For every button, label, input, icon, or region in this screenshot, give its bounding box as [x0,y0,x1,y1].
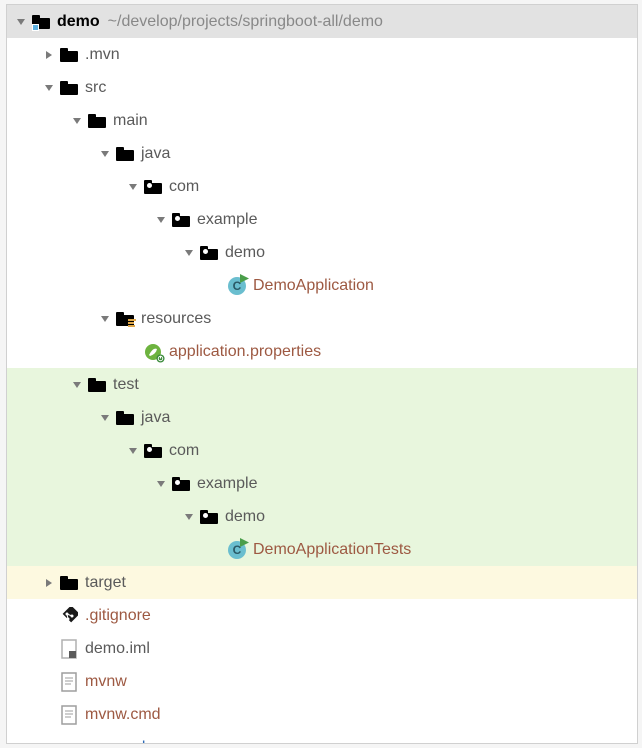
java-class-runnable-icon [227,540,247,560]
folder-icon [59,45,79,65]
folder-icon [59,78,79,98]
package-icon [143,177,163,197]
tree-node-demo-iml[interactable]: demo.iml [7,632,637,665]
tree-node-demo-pkg-main[interactable]: demo [7,236,637,269]
package-icon [199,243,219,263]
chevron-down-icon[interactable] [125,179,141,195]
tree-node-mvnw-cmd[interactable]: mvnw.cmd [7,698,637,731]
tree-node-resources[interactable]: resources [7,302,637,335]
tree-node-com-test[interactable]: com [7,434,637,467]
tree-node-java-test[interactable]: java [7,401,637,434]
package-icon [199,507,219,527]
chevron-down-icon[interactable] [97,311,113,327]
tree-node-test[interactable]: test [7,368,637,401]
node-label: DemoApplicationTests [253,541,411,559]
node-label: .mvn [85,46,120,64]
node-label: demo [57,13,100,31]
node-label: com [169,178,199,196]
project-tree[interactable]: demo ~/develop/projects/springboot-all/d… [6,4,638,744]
node-label: resources [141,310,211,328]
node-label: demo [225,244,265,262]
maven-icon [59,738,79,745]
node-label: DemoApplication [253,277,374,295]
node-label: main [113,112,148,130]
tree-node-example-main[interactable]: example [7,203,637,236]
node-label: .gitignore [85,607,151,625]
chevron-right-icon[interactable] [41,575,57,591]
spring-config-icon [143,342,163,362]
chevron-down-icon[interactable] [153,212,169,228]
node-label: mvnw.cmd [85,706,161,724]
chevron-down-icon[interactable] [97,146,113,162]
node-label: example [197,211,257,229]
resources-folder-icon [115,309,135,329]
tree-node-demo-application[interactable]: DemoApplication [7,269,637,302]
chevron-down-icon[interactable] [13,14,29,30]
git-icon [59,606,79,626]
tree-node-mvnw[interactable]: mvnw [7,665,637,698]
package-icon [171,210,191,230]
tree-node-mvn[interactable]: .mvn [7,38,637,71]
folder-icon [87,111,107,131]
java-class-runnable-icon [227,276,247,296]
tree-node-src[interactable]: src [7,71,637,104]
module-folder-icon [31,12,51,32]
chevron-down-icon[interactable] [125,443,141,459]
tree-node-pom[interactable]: pom.xml [7,731,637,744]
tree-node-example-test[interactable]: example [7,467,637,500]
tree-node-app-properties[interactable]: application.properties [7,335,637,368]
text-file-icon [59,672,79,692]
package-icon [171,474,191,494]
tree-node-root[interactable]: demo ~/develop/projects/springboot-all/d… [7,5,637,38]
node-label: example [197,475,257,493]
chevron-down-icon[interactable] [69,113,85,129]
chevron-right-icon[interactable] [41,47,57,63]
tree-node-java-main[interactable]: java [7,137,637,170]
node-label: pom.xml [85,739,145,745]
chevron-down-icon[interactable] [69,377,85,393]
iml-file-icon [59,639,79,659]
chevron-down-icon[interactable] [41,80,57,96]
text-file-icon [59,705,79,725]
tree-node-demo-application-tests[interactable]: DemoApplicationTests [7,533,637,566]
chevron-down-icon[interactable] [181,245,197,261]
excluded-folder-icon [59,573,79,593]
node-label: test [113,376,139,394]
node-label: demo.iml [85,640,150,658]
test-source-folder-icon [115,408,135,428]
tree-node-gitignore[interactable]: .gitignore [7,599,637,632]
node-label: src [85,79,106,97]
node-label: demo [225,508,265,526]
chevron-down-icon[interactable] [181,509,197,525]
package-icon [143,441,163,461]
chevron-down-icon[interactable] [97,410,113,426]
folder-icon [87,375,107,395]
node-label: application.properties [169,343,321,361]
tree-node-target[interactable]: target [7,566,637,599]
node-label: java [141,145,170,163]
tree-node-main[interactable]: main [7,104,637,137]
node-label: target [85,574,126,592]
node-label: com [169,442,199,460]
chevron-down-icon[interactable] [153,476,169,492]
source-folder-icon [115,144,135,164]
tree-node-demo-pkg-test[interactable]: demo [7,500,637,533]
tree-node-com-main[interactable]: com [7,170,637,203]
node-label: java [141,409,170,427]
node-label: mvnw [85,673,127,691]
node-path: ~/develop/projects/springboot-all/demo [108,13,383,31]
